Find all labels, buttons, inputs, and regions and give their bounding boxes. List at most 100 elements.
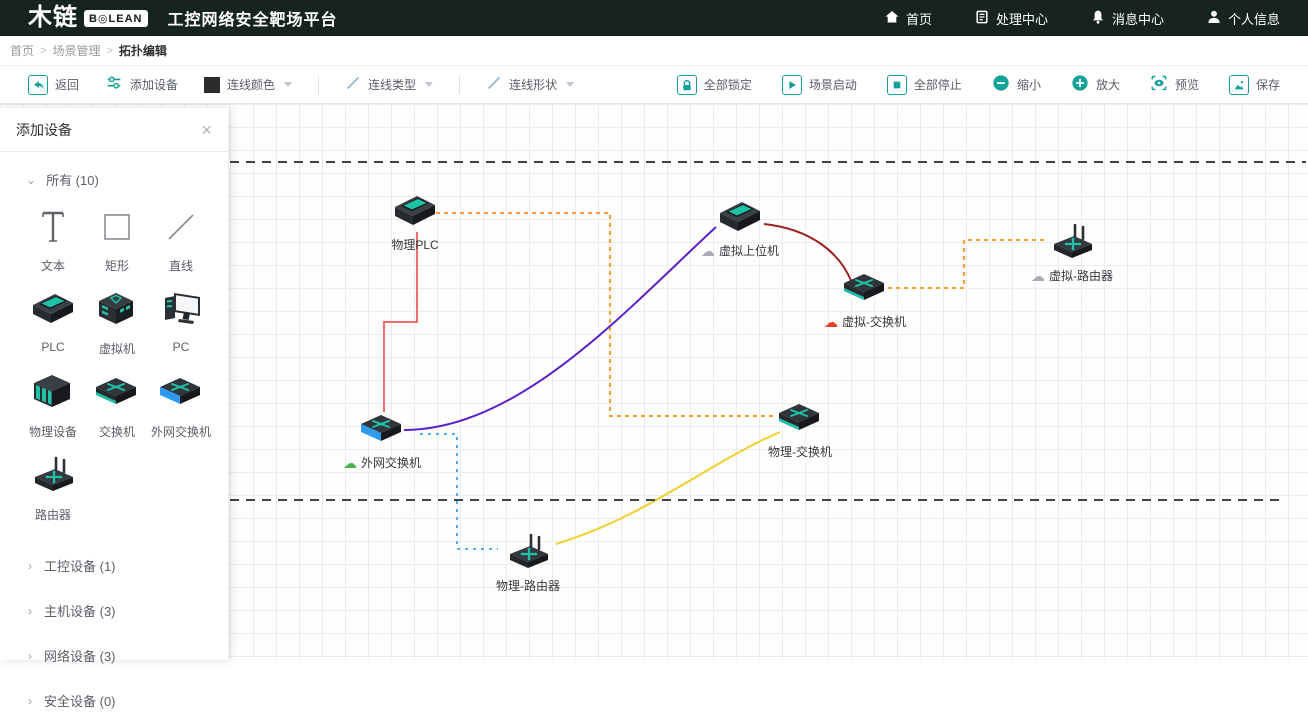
topology-node-physical-plc[interactable]: 物理PLC xyxy=(391,192,439,237)
palette-item-label: 矩形 xyxy=(105,257,129,274)
palette-item-external-switch[interactable]: 外网交换机 xyxy=(150,373,212,440)
cloud-status-icon: ☁ xyxy=(824,315,838,329)
nav-process-center-label: 处理中心 xyxy=(996,9,1048,28)
router-node-icon xyxy=(1048,250,1096,267)
nav-message-center[interactable]: 消息中心 xyxy=(1090,9,1164,28)
top-nav: 首页 处理中心 消息中心 个人信息 xyxy=(884,9,1280,28)
nav-home[interactable]: 首页 xyxy=(884,9,932,28)
pc-device-icon xyxy=(157,290,205,335)
palette-item-switch[interactable]: 交换机 xyxy=(86,373,148,440)
category-label: 安全设备 (0) xyxy=(44,691,116,710)
group-all-label: 所有 (10) xyxy=(46,170,99,189)
scene-start-button[interactable]: 场景启动 xyxy=(782,75,857,95)
palette-grid: 文本 矩形 直线 PLC 虚拟机 xyxy=(0,195,228,529)
nav-profile-label: 个人信息 xyxy=(1228,9,1280,28)
zoom-out-label: 缩小 xyxy=(1017,76,1041,93)
node-label: 物理PLC xyxy=(391,236,438,253)
category-industrial[interactable]: › 工控设备 (1) xyxy=(0,543,228,588)
category-label: 工控设备 (1) xyxy=(44,556,116,575)
nav-home-label: 首页 xyxy=(906,9,932,28)
lock-all-button[interactable]: 全部锁定 xyxy=(677,75,752,95)
line-color-dropdown[interactable]: 连线颜色 xyxy=(204,76,292,93)
plus-circle-icon xyxy=(1071,74,1089,95)
palette-item-label: 交换机 xyxy=(99,423,135,440)
category-host[interactable]: › 主机设备 (3) xyxy=(0,588,228,633)
cloud-status-icon: ☁ xyxy=(343,456,357,470)
nav-process-center[interactable]: 处理中心 xyxy=(974,9,1048,28)
preview-button[interactable]: 预览 xyxy=(1150,74,1199,95)
palette-item-physical-device[interactable]: 物理设备 xyxy=(22,373,84,440)
back-button[interactable]: 返回 xyxy=(28,75,79,95)
zoom-in-button[interactable]: 放大 xyxy=(1071,74,1120,95)
topology-node-external-switch[interactable]: ☁外网交换机 xyxy=(358,410,406,455)
physical-device-icon xyxy=(29,373,77,418)
palette-item-vm[interactable]: 虚拟机 xyxy=(86,290,148,357)
chevron-right-icon: › xyxy=(28,649,32,663)
line-tool-icon xyxy=(157,207,205,252)
palette-item-label: 文本 xyxy=(41,257,65,274)
chevron-right-icon: › xyxy=(28,694,32,708)
stop-icon xyxy=(887,75,907,95)
palette-item-label: 虚拟机 xyxy=(99,340,135,357)
palette-item-rect[interactable]: 矩形 xyxy=(86,207,148,274)
zoom-out-button[interactable]: 缩小 xyxy=(992,74,1041,95)
chevron-right-icon: › xyxy=(28,604,32,618)
category-security[interactable]: › 安全设备 (0) xyxy=(0,678,228,723)
line-shape-dropdown[interactable]: 连线形状 xyxy=(486,75,574,94)
node-label: ☁外网交换机 xyxy=(343,454,421,471)
topology-node-virtual-host[interactable]: ☁虚拟上位机 xyxy=(716,198,764,243)
palette-item-label: PC xyxy=(173,340,190,354)
topology-node-physical-router[interactable]: 物理-路由器 xyxy=(504,533,552,578)
topology-node-virtual-switch[interactable]: ☁虚拟-交换机 xyxy=(841,269,889,314)
external-switch-device-icon xyxy=(157,373,205,418)
palette-item-line[interactable]: 直线 xyxy=(150,207,212,274)
back-button-label: 返回 xyxy=(55,76,79,93)
scene-start-label: 场景启动 xyxy=(809,76,857,93)
nav-message-center-label: 消息中心 xyxy=(1112,9,1164,28)
diagonal-line-icon xyxy=(486,75,502,94)
preview-eye-icon xyxy=(1150,74,1168,95)
toolbar-divider xyxy=(318,76,319,94)
app-logo: 木链 B◎LEAN 工控网络安全靶场平台 xyxy=(28,6,338,30)
close-icon[interactable]: × xyxy=(201,121,212,139)
zoom-in-label: 放大 xyxy=(1096,76,1120,93)
palette-item-plc[interactable]: PLC xyxy=(22,290,84,357)
add-device-button[interactable]: 添加设备 xyxy=(105,74,178,95)
chevron-down-icon xyxy=(566,82,574,87)
node-label: ☁虚拟上位机 xyxy=(701,242,779,259)
breadcrumb-separator: > xyxy=(40,45,46,57)
stop-all-button[interactable]: 全部停止 xyxy=(887,75,962,95)
line-type-dropdown[interactable]: 连线类型 xyxy=(345,75,433,94)
save-button[interactable]: 保存 xyxy=(1229,75,1280,95)
diagonal-line-icon xyxy=(345,75,361,94)
cloud-status-icon: ☁ xyxy=(1031,269,1045,283)
chevron-right-icon: › xyxy=(28,559,32,573)
page-title: 工控网络安全靶场平台 xyxy=(168,6,338,30)
bell-icon xyxy=(1090,9,1106,28)
sliders-icon xyxy=(105,74,123,95)
palette-item-text[interactable]: 文本 xyxy=(22,207,84,274)
plc-node-icon xyxy=(391,219,439,236)
category-network[interactable]: › 网络设备 (3) xyxy=(0,633,228,678)
group-all-toggle[interactable]: ⌄ 所有 (10) xyxy=(0,152,228,195)
node-label: 物理-路由器 xyxy=(496,577,560,594)
switch-node-icon xyxy=(776,426,824,443)
panel-title: 添加设备 xyxy=(16,120,72,140)
home-icon xyxy=(884,9,900,28)
switchblue-node-icon xyxy=(358,437,406,454)
line-color-label: 连线颜色 xyxy=(227,76,275,93)
category-label: 网络设备 (3) xyxy=(44,646,116,665)
palette-item-pc[interactable]: PC xyxy=(150,290,212,357)
process-center-icon xyxy=(974,9,990,28)
topology-node-physical-switch[interactable]: 物理-交换机 xyxy=(776,399,824,444)
breadcrumb-scene-management[interactable]: 场景管理 xyxy=(52,42,100,59)
palette-item-label: PLC xyxy=(41,340,64,354)
palette-item-label: 路由器 xyxy=(35,506,71,523)
switch-node-icon xyxy=(841,296,889,313)
save-label: 保存 xyxy=(1256,76,1280,93)
nav-profile[interactable]: 个人信息 xyxy=(1206,9,1280,28)
play-icon xyxy=(782,75,802,95)
palette-item-router[interactable]: 路由器 xyxy=(22,456,84,523)
topology-node-virtual-router[interactable]: ☁虚拟-路由器 xyxy=(1048,223,1096,268)
breadcrumb-home[interactable]: 首页 xyxy=(10,42,34,59)
